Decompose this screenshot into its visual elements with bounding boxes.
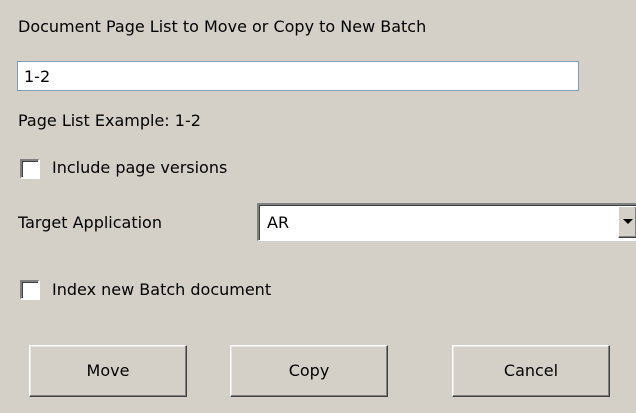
include-page-versions-checkbox[interactable] (20, 159, 39, 178)
copy-button[interactable]: Copy (230, 345, 388, 397)
include-page-versions-label[interactable]: Include page versions (52, 158, 227, 178)
target-application-value: AR (267, 213, 290, 232)
dropdown-arrow-button[interactable] (618, 206, 636, 238)
target-application-label: Target Application (18, 213, 162, 232)
index-new-batch-label[interactable]: Index new Batch document (52, 280, 271, 300)
chevron-down-icon (623, 219, 633, 224)
page-list-example-label: Page List Example: 1-2 (18, 111, 201, 130)
page-list-label: Document Page List to Move or Copy to Ne… (18, 17, 427, 36)
cancel-button[interactable]: Cancel (452, 345, 610, 397)
target-application-dropdown[interactable]: AR (257, 203, 636, 241)
index-new-batch-checkbox[interactable] (20, 280, 39, 299)
page-list-input[interactable] (17, 61, 579, 91)
move-button[interactable]: Move (29, 345, 187, 397)
